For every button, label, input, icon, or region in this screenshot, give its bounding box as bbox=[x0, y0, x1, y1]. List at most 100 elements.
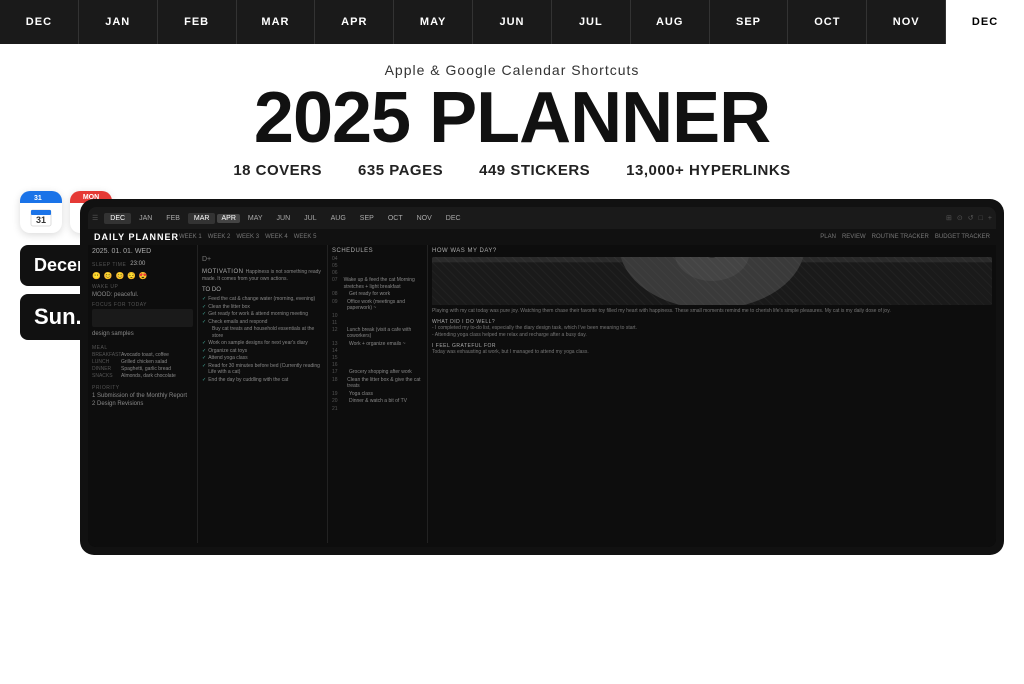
nav-jun[interactable]: JUN bbox=[473, 0, 552, 44]
t-planner-body: 2025. 01. 01. WED SLEEP TIME 23:00 😶 😊 😊 bbox=[88, 245, 996, 543]
t-tab-jun[interactable]: JUN bbox=[271, 213, 297, 224]
motivation-section: MOTIVATION Happiness is not something re… bbox=[202, 268, 323, 283]
week2-tab[interactable]: WEEK 2 bbox=[208, 234, 231, 240]
nav-nov[interactable]: NOV bbox=[867, 0, 946, 44]
routine-tracker-tab[interactable]: ROUTINE TRACKER bbox=[872, 234, 929, 240]
nav-jul[interactable]: JUL bbox=[552, 0, 631, 44]
todo-item: ✓Read for 30 minutes before bed (Current… bbox=[202, 363, 323, 376]
snacks-val: Almonds, dark chocolate bbox=[121, 373, 176, 379]
gcal-body: 31 bbox=[20, 203, 62, 233]
t-tab-nov[interactable]: NOV bbox=[411, 213, 438, 224]
week5-tab[interactable]: WEEK 5 bbox=[294, 234, 317, 240]
priority-1: 1 Submission of the Monthly Report bbox=[92, 392, 193, 400]
lunch-val: Grilled chicken salad bbox=[121, 359, 167, 365]
sched-row: 13Work + organize emails ~ bbox=[332, 341, 423, 348]
sched-row: 11 bbox=[332, 320, 423, 326]
nav-sep[interactable]: SEP bbox=[710, 0, 789, 44]
google-calendar-icon: 31 31 bbox=[20, 191, 62, 233]
nav-dec-prev[interactable]: DEC bbox=[0, 0, 79, 44]
t-planner-header: DAILY PLANNER WEEK 1 WEEK 2 WEEK 3 WEEK … bbox=[88, 229, 996, 245]
week4-tab[interactable]: WEEK 4 bbox=[265, 234, 288, 240]
sched-row: 08Get ready for work bbox=[332, 291, 423, 298]
stat-stickers: 449 STICKERS bbox=[479, 162, 590, 179]
week1-tab[interactable]: WEEK 1 bbox=[179, 234, 202, 240]
nav-apr[interactable]: APR bbox=[315, 0, 394, 44]
todo-label: TO DO bbox=[202, 287, 323, 293]
dinner-val: Spaghetti, garlic bread bbox=[121, 366, 171, 372]
t-week-tabs: WEEK 1 WEEK 2 WEEK 3 WEEK 4 WEEK 5 bbox=[179, 234, 316, 240]
sched-row: 07Wake up & feed the cat Morning stretch… bbox=[332, 277, 423, 290]
snacks-label: SNACKS bbox=[92, 373, 118, 379]
tablet-mockup: ☰ DEC JAN FEB MAR APR MAY JUN JUL AUG SE… bbox=[80, 199, 1004, 555]
t-tab-jan[interactable]: JAN bbox=[133, 213, 158, 224]
focus-image bbox=[92, 309, 193, 327]
todo-item: ✓Check emails and respond bbox=[202, 319, 323, 326]
meal-section: MEAL BREAKFAST Avocado toast, coffee LUN… bbox=[92, 345, 193, 379]
photo-overlay bbox=[432, 257, 992, 305]
review-tab[interactable]: REVIEW bbox=[842, 234, 866, 240]
todo-item: ✓End the day by cuddling with the cat bbox=[202, 377, 323, 384]
t-tab-aug[interactable]: AUG bbox=[325, 213, 352, 224]
t-planner: DAILY PLANNER WEEK 1 WEEK 2 WEEK 3 WEEK … bbox=[88, 229, 996, 547]
t-col-sched: SCHEDULES 04 05 06 07Wake up & feed the … bbox=[328, 245, 428, 543]
t-tab-oct[interactable]: OCT bbox=[382, 213, 409, 224]
sched-row: 14 bbox=[332, 348, 423, 354]
t-tab-may[interactable]: MAY bbox=[242, 213, 269, 224]
nav-jan[interactable]: JAN bbox=[79, 0, 158, 44]
week3-tab[interactable]: WEEK 3 bbox=[236, 234, 259, 240]
nav-mar[interactable]: MAR bbox=[237, 0, 316, 44]
nav-may[interactable]: MAY bbox=[394, 0, 473, 44]
plan-tab[interactable]: PLAN bbox=[820, 234, 836, 240]
sched-row: 06 bbox=[332, 270, 423, 276]
t-tab-apr[interactable]: APR bbox=[217, 214, 239, 223]
priority-label: PRIORITY bbox=[92, 385, 193, 391]
svg-text:31: 31 bbox=[36, 215, 46, 225]
stat-hyperlinks: 13,000+ HYPERLINKS bbox=[626, 162, 791, 179]
t-tab-feb[interactable]: FEB bbox=[160, 213, 186, 224]
t-tab-sep[interactable]: SEP bbox=[354, 213, 380, 224]
sched-row: 04 bbox=[332, 256, 423, 262]
mood-icons: 😶 😊 😊 😌 😍 bbox=[92, 272, 193, 280]
todo-list: ✓Feed the cat & change water (morning, e… bbox=[202, 296, 323, 383]
meal-label: MEAL bbox=[92, 345, 193, 351]
hero-title: 2025 PLANNER bbox=[20, 82, 1004, 154]
reflection-text: Playing with my cat today was pure joy. … bbox=[432, 308, 992, 315]
tablet-topbar: ☰ DEC JAN FEB MAR APR MAY JUN JUL AUG SE… bbox=[88, 207, 996, 229]
daily-photo bbox=[432, 257, 992, 305]
t-planner-title: DAILY PLANNER bbox=[94, 232, 179, 242]
t-col-mid: D+ MOTIVATION Happiness is not something… bbox=[198, 245, 328, 543]
top-nav: DEC JAN FEB MAR APR MAY JUN JUL AUG SEP … bbox=[0, 0, 1024, 44]
sched-row: 21 bbox=[332, 406, 423, 412]
did-well-text2: - Attending yoga class helped me relax a… bbox=[432, 332, 992, 339]
t-tab-jul[interactable]: JUL bbox=[298, 213, 322, 224]
wake-mood: MOOD: peaceful. bbox=[92, 291, 193, 299]
t-tab-dec2[interactable]: DEC bbox=[440, 213, 467, 224]
stat-covers: 18 COVERS bbox=[233, 162, 322, 179]
todo-item: ✓Get ready for work & attend morning mee… bbox=[202, 311, 323, 318]
todo-item: ✓Work on sample designs for next year's … bbox=[202, 340, 323, 347]
dinner-row: DINNER Spaghetti, garlic bread bbox=[92, 366, 193, 372]
schedule-list: 04 05 06 07Wake up & feed the cat Mornin… bbox=[332, 256, 423, 412]
breakfast-label: BREAKFAST bbox=[92, 352, 118, 358]
nav-feb[interactable]: FEB bbox=[158, 0, 237, 44]
todo-item: Buy cat treats and household essentials … bbox=[202, 326, 323, 339]
did-well-text: - I completed my to-do list, especially … bbox=[432, 325, 992, 332]
sched-row: 18Clean the litter box & give the cat tr… bbox=[332, 377, 423, 390]
hero-section: Apple & Google Calendar Shortcuts 2025 P… bbox=[0, 44, 1024, 191]
sleep-time: 23:00 bbox=[130, 261, 145, 267]
wake-label: WAKE UP bbox=[92, 284, 193, 290]
t-tab-dec[interactable]: DEC bbox=[104, 213, 131, 224]
breakfast-val: Avocado toast, coffee bbox=[121, 352, 169, 358]
t-tab-mar[interactable]: MAR bbox=[188, 213, 216, 224]
nav-aug[interactable]: AUG bbox=[631, 0, 710, 44]
sched-row: 05 bbox=[332, 263, 423, 269]
t-col-left: 2025. 01. 01. WED SLEEP TIME 23:00 😶 😊 😊 bbox=[88, 245, 198, 543]
sched-header: SCHEDULES bbox=[332, 248, 423, 254]
budget-tracker-tab[interactable]: BUDGET TRACKER bbox=[935, 234, 990, 240]
nav-oct[interactable]: OCT bbox=[788, 0, 867, 44]
grateful-text: Today was exhausting at work, but I mana… bbox=[432, 349, 992, 356]
gcal-top: 31 bbox=[20, 191, 62, 203]
main-area: 31 31 MON 17 bbox=[0, 191, 1024, 555]
sched-row: 10 bbox=[332, 313, 423, 319]
nav-dec-curr[interactable]: DEC bbox=[946, 0, 1024, 44]
